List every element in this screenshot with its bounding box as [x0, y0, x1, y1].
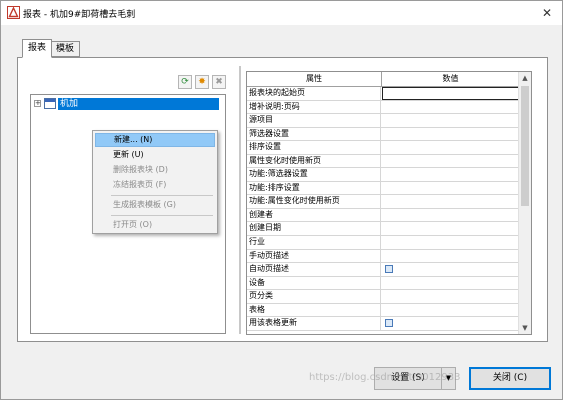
property-value-cell[interactable]: [382, 250, 519, 263]
scroll-thumb[interactable]: [521, 86, 529, 206]
property-name-cell: 增补说明:页码: [247, 100, 381, 114]
property-name-cell: 排序设置: [247, 141, 381, 154]
table-row[interactable]: 功能:筛选器设置: [247, 168, 519, 182]
table-row[interactable]: 排序设置: [247, 141, 519, 155]
table-row[interactable]: 属性变化时使用新页: [247, 154, 519, 169]
grid-scrollbar[interactable]: ▲ ▼: [518, 72, 531, 334]
table-row[interactable]: 筛选器设置: [247, 127, 519, 142]
property-name-cell: 创建日期: [247, 222, 381, 236]
tree-node-label[interactable]: 机加: [58, 98, 219, 110]
property-value-cell[interactable]: [382, 304, 519, 317]
property-name-cell: 页分类: [247, 290, 381, 303]
tab-report[interactable]: 报表: [22, 39, 53, 58]
property-value-cell[interactable]: [382, 155, 519, 168]
context-menu: 新建... (N) 更新 (U) 删除报表块 (D) 冻结报表页 (F) 生成报…: [92, 130, 218, 234]
property-value-cell[interactable]: [382, 128, 519, 141]
property-name-cell: 表格: [247, 303, 381, 317]
property-name-cell: 功能:属性变化时使用新页: [247, 195, 381, 208]
table-row[interactable]: 源项目: [247, 114, 519, 128]
table-row[interactable]: 创建者: [247, 208, 519, 223]
app-logo-icon: [7, 6, 20, 19]
property-name-cell: 筛选器设置: [247, 127, 381, 141]
property-name-cell: 手动页描述: [247, 249, 381, 263]
property-name-cell: 用该表格更新: [247, 317, 381, 330]
property-name-cell: 报表块的起始页: [247, 87, 381, 100]
new-item-icon[interactable]: ✸: [195, 75, 209, 89]
property-value-cell[interactable]: [382, 263, 519, 276]
table-row[interactable]: 增补说明:页码: [247, 100, 519, 115]
close-icon[interactable]: ✕: [538, 4, 556, 22]
property-name-cell: 设备: [247, 276, 381, 290]
property-name-cell: 源项目: [247, 114, 381, 127]
scroll-down-icon[interactable]: ▼: [519, 322, 531, 334]
property-grid[interactable]: 属性 数值 报表块的起始页 增补说明:页码 源项目 筛选器设置 排序设置 属性变化时使用新…: [246, 71, 532, 335]
delete-icon[interactable]: ✖: [212, 75, 226, 89]
value-checkbox[interactable]: [385, 265, 393, 274]
panel-splitter[interactable]: [239, 66, 241, 334]
refresh-icon[interactable]: ⟳: [178, 75, 192, 89]
table-row[interactable]: 设备: [247, 276, 519, 291]
property-value-cell[interactable]: [382, 101, 519, 114]
property-name-cell: 功能:排序设置: [247, 181, 381, 195]
property-value-cell[interactable]: [382, 209, 519, 222]
property-name-cell: 自动页描述: [247, 263, 381, 276]
table-row[interactable]: 自动页描述: [247, 263, 519, 277]
table-row[interactable]: 页分类: [247, 290, 519, 304]
report-dialog: 报表 - 机加9#卸荷槽去毛刺 ✕ 报表 模板 ⟳ ✸ ✖ + 机加 新建...…: [0, 0, 563, 400]
menu-item-delete-block[interactable]: 删除报表块 (D): [95, 163, 215, 177]
dropdown-arrow-icon[interactable]: ▼: [441, 368, 455, 389]
menu-item-freeze-page[interactable]: 冻结报表页 (F): [95, 178, 215, 192]
property-value-cell[interactable]: [382, 141, 519, 154]
property-name-cell: 功能:筛选器设置: [247, 168, 381, 181]
property-value-cell[interactable]: [382, 87, 519, 100]
property-name-cell: 创建者: [247, 208, 381, 222]
tab-template[interactable]: 模板: [50, 41, 81, 57]
settings-button-label: 设置 (S): [391, 373, 425, 383]
settings-button[interactable]: 设置 (S) ▼: [374, 367, 456, 390]
property-value-cell[interactable]: [382, 290, 519, 303]
table-row[interactable]: 手动页描述: [247, 249, 519, 264]
menu-item-new[interactable]: 新建... (N): [95, 133, 215, 147]
table-row[interactable]: 报表块的起始页: [247, 87, 519, 101]
table-row[interactable]: 创建日期: [247, 222, 519, 237]
menu-separator: [111, 215, 213, 216]
menu-item-open-page[interactable]: 打开页 (O): [95, 218, 215, 232]
property-value-cell[interactable]: [382, 277, 519, 290]
window-title: 报表 - 机加9#卸荷槽去毛刺: [23, 10, 136, 20]
table-row[interactable]: 表格: [247, 303, 519, 318]
grid-body: 报表块的起始页 增补说明:页码 源项目 筛选器设置 排序设置 属性变化时使用新页 功能:筛选…: [247, 87, 519, 331]
property-value-cell[interactable]: [382, 114, 519, 127]
column-header-value[interactable]: 数值: [382, 72, 519, 86]
title-bar[interactable]: 报表 - 机加9#卸荷槽去毛刺 ✕: [1, 1, 562, 25]
report-node-icon: [44, 98, 56, 109]
property-name-cell: 行业: [247, 236, 381, 249]
column-header-property[interactable]: 属性: [247, 72, 382, 86]
expand-icon[interactable]: +: [34, 100, 41, 107]
property-value-cell[interactable]: [382, 317, 519, 330]
table-row[interactable]: 行业: [247, 236, 519, 250]
property-value-cell[interactable]: [382, 168, 519, 181]
table-row[interactable]: 功能:属性变化时使用新页: [247, 195, 519, 209]
value-checkbox[interactable]: [385, 319, 393, 328]
tab-content-panel: ⟳ ✸ ✖ + 机加 新建... (N) 更新 (U) 删除报表块 (D) 冻结…: [17, 57, 548, 342]
report-tree[interactable]: + 机加 新建... (N) 更新 (U) 删除报表块 (D) 冻结报表页 (F…: [30, 94, 226, 334]
table-row[interactable]: 功能:排序设置: [247, 181, 519, 196]
table-row[interactable]: 用该表格更新: [247, 317, 519, 331]
scroll-up-icon[interactable]: ▲: [519, 72, 531, 84]
grid-header: 属性 数值: [247, 72, 519, 87]
property-name-cell: 属性变化时使用新页: [247, 154, 381, 168]
property-value-cell[interactable]: [382, 236, 519, 249]
property-value-cell[interactable]: [382, 222, 519, 235]
menu-separator: [111, 195, 213, 196]
close-button[interactable]: 关闭 (C): [469, 367, 551, 390]
menu-item-update[interactable]: 更新 (U): [95, 148, 215, 162]
menu-item-generate-template[interactable]: 生成报表模板 (G): [95, 198, 215, 212]
property-value-cell[interactable]: [382, 182, 519, 195]
property-value-cell[interactable]: [382, 195, 519, 208]
